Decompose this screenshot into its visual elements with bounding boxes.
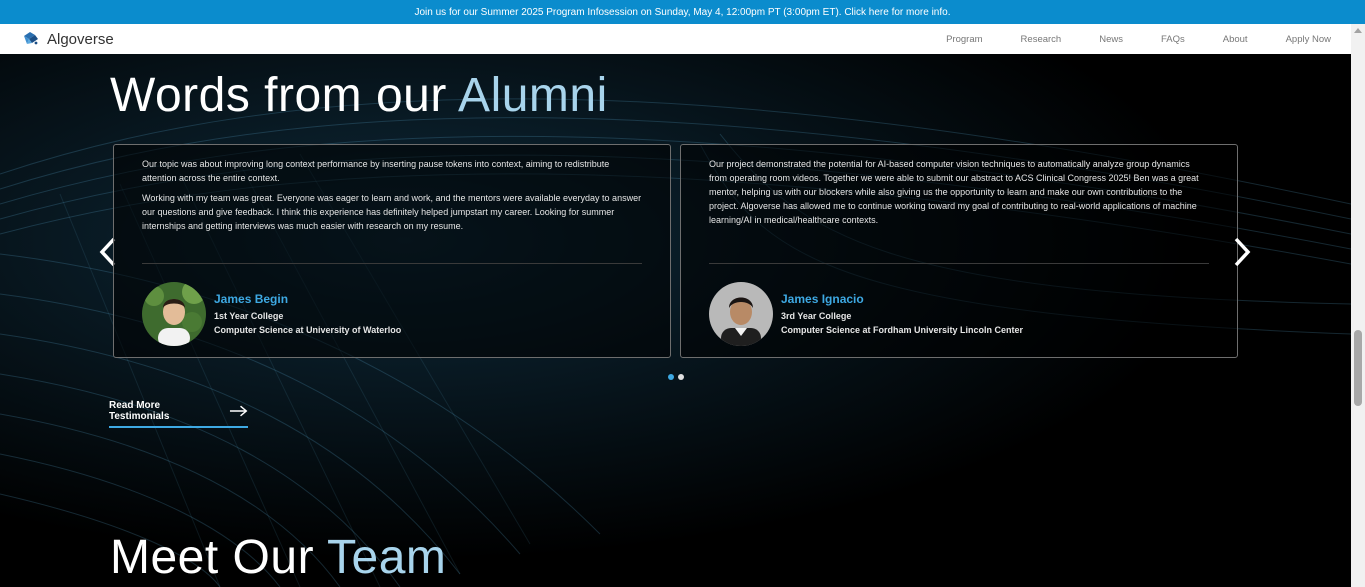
scrollbar-thumb[interactable]	[1354, 330, 1362, 406]
person-year: 1st Year College	[214, 311, 284, 321]
quote-paragraph: Working with my team was great. Everyone…	[142, 193, 642, 231]
avatar	[709, 282, 773, 346]
avatar-photo-james-begin	[142, 282, 206, 346]
person-year: 3rd Year College	[781, 311, 852, 321]
avatar	[142, 282, 206, 346]
page-content: Words from our Alumni Our topic was abou…	[0, 54, 1351, 587]
alumni-section-title: Words from our Alumni	[110, 68, 608, 123]
avatar-photo-james-ignacio	[709, 282, 773, 346]
team-title-accent: Team	[327, 531, 447, 584]
nav-link-faqs[interactable]: FAQs	[1161, 34, 1185, 45]
testimonial-person: James Ignacio 3rd Year College Computer …	[781, 292, 1023, 337]
nav-link-program[interactable]: Program	[946, 34, 982, 45]
testimonial-card: Our project demonstrated the potential f…	[680, 144, 1238, 358]
nav-link-research[interactable]: Research	[1021, 34, 1062, 45]
nav-link-news[interactable]: News	[1099, 34, 1123, 45]
chevron-right-icon[interactable]	[1232, 236, 1252, 268]
person-name: James Ignacio	[781, 292, 864, 306]
announcement-text[interactable]: Join us for our Summer 2025 Program Info…	[415, 7, 951, 18]
logo[interactable]: Algoverse	[22, 31, 114, 48]
scroll-up-arrow-icon[interactable]	[1354, 28, 1362, 33]
team-title-main: Meet Our	[110, 531, 328, 584]
pagination-dot[interactable]	[678, 374, 684, 380]
logo-text: Algoverse	[47, 30, 114, 48]
testimonial-card: Our topic was about improving long conte…	[113, 144, 671, 358]
read-more-label: Read More Testimonials	[109, 400, 170, 422]
carousel-pagination	[668, 374, 688, 380]
card-divider	[709, 263, 1209, 264]
testimonial-person: James Begin 1st Year College Computer Sc…	[214, 292, 401, 337]
testimonial-quote: Our topic was about improving long conte…	[142, 157, 642, 239]
quote-paragraph: Our project demonstrated the potential f…	[709, 159, 1199, 225]
person-name: James Begin	[214, 292, 289, 306]
alumni-title-accent: Alumni	[458, 69, 608, 122]
nav-link-about[interactable]: About	[1223, 34, 1248, 45]
nav-links: Program Research News FAQs About Apply N…	[908, 34, 1331, 45]
algoverse-logo-icon	[24, 32, 38, 45]
read-more-testimonials-link[interactable]: Read More Testimonials	[109, 400, 248, 428]
alumni-title-main: Words from our	[110, 69, 459, 122]
person-school: Computer Science at Fordham University L…	[781, 325, 1024, 335]
quote-paragraph: Our topic was about improving long conte…	[142, 159, 610, 183]
top-navbar: Algoverse Program Research News FAQs Abo…	[0, 24, 1351, 54]
team-section-title: Meet Our Team	[110, 530, 446, 585]
pagination-dot-active[interactable]	[668, 374, 674, 380]
testimonial-quote: Our project demonstrated the potential f…	[709, 157, 1209, 233]
announcement-banner[interactable]: Join us for our Summer 2025 Program Info…	[0, 0, 1365, 24]
card-divider	[142, 263, 642, 264]
arrow-right-icon	[229, 405, 248, 417]
person-school: Computer Science at University of Waterl…	[214, 325, 402, 335]
page-scrollbar[interactable]	[1351, 24, 1365, 587]
nav-link-apply-now[interactable]: Apply Now	[1286, 34, 1331, 45]
